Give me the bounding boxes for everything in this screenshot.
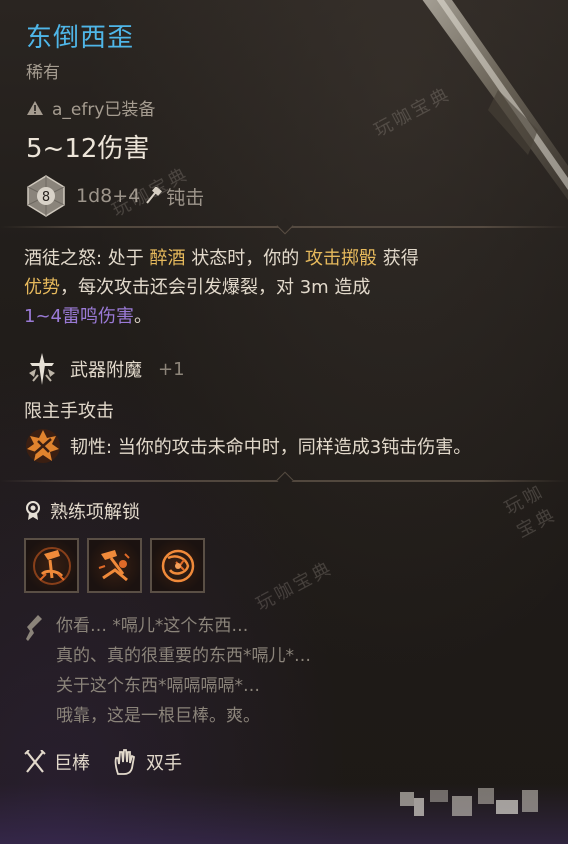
passive-text-2: 状态时，你的 [185,248,305,269]
item-name: 东倒西歪 [26,23,135,53]
proficiency-section: 熟练项解锁 你看… *嗝儿*这个东西… 真的、真的很重要的东西*嗝儿*… 关于这… [24,498,554,731]
flavor-text-block: 你看… *嗝儿*这个东西… 真的、真的很重要的东西*嗝儿*… 关于这个东西*嗝嗝… [24,611,554,731]
passive-text-3: 获得 [376,248,419,269]
tough-name[interactable]: 韧性: [70,437,112,458]
tough-property: 韧性: 当你的攻击未命中时，同样造成3钝击伤害。 [24,427,554,465]
passive-description: 酒徒之怒: 处于 醉酒 状态时，你的 攻击掷骰 获得优势，每次攻击还会引发爆裂，… [24,244,554,331]
properties-section: 酒徒之怒: 处于 醉酒 状态时，你的 攻击掷骰 获得优势，每次攻击还会引发爆裂，… [24,244,554,465]
warning-icon [27,100,43,115]
pixelated-logo-icon [400,788,538,816]
flavor-line-1: 你看… *嗝儿*这个东西… [56,616,249,636]
enchant-icon [29,353,55,385]
two-handed-icon [114,749,136,775]
flavor-text: 你看… *嗝儿*这个东西… 真的、真的很重要的东西*嗝儿*… 关于这个东西*嗝嗝… [56,611,311,731]
enchant-label: 武器附魔 [70,360,142,381]
quill-icon [26,615,42,641]
handedness: 双手 [146,753,182,774]
dice-formula: 1d8+4 [76,185,141,207]
crossed-weapons-icon [24,750,46,773]
flavor-line-2: 真的、真的很重要的东西*嗝儿*… [56,646,311,666]
weapon-type: 巨棒 [54,753,90,774]
weakening-strike-icon[interactable] [87,538,142,593]
item-header: 东倒西歪 稀有 a_efry已装备 5~12伤害 8 1d8+4 钝击 [26,20,546,217]
flavor-line-4: 哦靠，这是一根巨棒。爽。 [56,706,260,726]
passive-text-4: ，每次攻击还会引发爆裂，对 3m 造成 [60,277,371,298]
item-tooltip: 东倒西歪 稀有 a_efry已装备 5~12伤害 8 1d8+4 钝击 酒徒之怒… [0,0,568,844]
proficiency-actions [24,538,554,593]
weapon-traits: 巨棒 双手 [24,748,182,776]
keyword-thunder-damage[interactable]: 1~4雷鸣伤害 [24,306,134,327]
keyword-drunk[interactable]: 醉酒 [150,248,186,269]
weapon-enchant: 武器附魔 +1 [24,351,554,387]
d8-dice-icon: 8 [27,175,65,217]
bludgeon-icon [146,187,163,204]
mainhand-only: 限主手攻击 [24,401,114,422]
item-rarity: 稀有 [26,63,60,83]
enchant-bonus: +1 [158,358,185,380]
d8-dice-value: 8 [42,190,50,205]
damage-range: 5~12伤害 [26,134,150,164]
dice-text: 1d8+4 钝击 [76,183,204,210]
dice-row: 8 1d8+4 钝击 [26,175,546,217]
keyword-attack-roll[interactable]: 攻击掷骰 [305,248,377,269]
equipped-text: a_efry已装备 [52,100,156,120]
passive-text-1: 处于 [102,248,150,269]
damage-type: 钝击 [166,186,205,209]
medal-icon [26,501,40,520]
concussive-smash-icon[interactable] [150,538,205,593]
keyword-advantage[interactable]: 优势 [24,277,60,298]
divider-top [0,217,568,235]
topple-icon[interactable] [24,538,79,593]
tough-text: 韧性: 当你的攻击未命中时，同样造成3钝击伤害。 [70,433,471,459]
flavor-line-3: 关于这个东西*嗝嗝嗝嗝*… [56,676,260,696]
proficiency-header: 熟练项解锁 [24,498,554,524]
passive-name: 酒徒之怒: [24,248,103,269]
tough-description: 当你的攻击未命中时，同样造成3钝击伤害。 [112,437,472,458]
equipped-notice: a_efry已装备 [26,95,546,120]
tough-icon [26,429,60,463]
proficiency-title: 熟练项解锁 [50,502,140,523]
passive-text-5: 。 [134,306,152,327]
divider-bottom [0,471,568,489]
